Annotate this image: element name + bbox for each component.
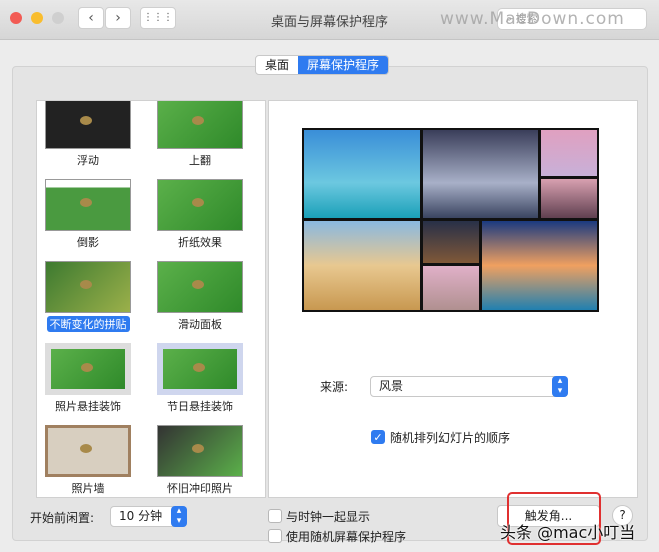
tab-desktop[interactable]: 桌面 [256, 56, 298, 74]
watermark-top: www.MacDown.com [440, 9, 625, 29]
saver-label: 不断变化的拼贴 [46, 316, 130, 332]
saver-label: 倒影 [77, 236, 99, 249]
saver-label: 照片墙 [71, 482, 105, 495]
idle-time-value: 10 分钟 [119, 509, 163, 523]
preview-tile-pink [541, 130, 597, 176]
chevron-updown-icon: ▴ ▾ [171, 506, 187, 527]
saver-item[interactable]: 折纸效果 [150, 179, 250, 250]
saver-thumbnail [157, 425, 243, 477]
saver-label: 照片悬挂装饰 [55, 400, 121, 413]
saver-thumbnail [45, 425, 131, 477]
saver-thumbnail [157, 179, 243, 231]
tab-bar: 桌面 屏幕保护程序 [255, 55, 390, 75]
saver-item[interactable]: 滑动面板 [150, 261, 250, 332]
random-saver-checkbox[interactable] [268, 529, 282, 543]
shuffle-checkbox[interactable]: ✓ [371, 430, 385, 444]
saver-item[interactable]: 照片悬挂装饰 [38, 343, 138, 414]
saver-item[interactable]: 倒影 [38, 179, 138, 250]
saver-thumbnail [157, 261, 243, 313]
saver-thumbnail [45, 343, 131, 395]
show-clock-checkbox[interactable] [268, 509, 282, 523]
saver-label: 浮动 [77, 154, 99, 167]
saver-label: 滑动面板 [178, 318, 222, 331]
saver-item[interactable]: 怀旧冲印照片 [150, 425, 250, 496]
idle-time-select[interactable]: 10 分钟 ▴ ▾ [110, 506, 187, 527]
preview-tile-dune [423, 221, 479, 263]
preview-tile-beach [304, 130, 420, 218]
source-value: 风景 [379, 379, 404, 393]
saver-thumbnail [45, 179, 131, 231]
saver-thumbnail [157, 101, 243, 149]
saver-thumbnail [45, 101, 131, 149]
saver-item[interactable]: 浮动 [38, 101, 138, 168]
preview-tile-arch [423, 266, 479, 310]
saver-label: 怀旧冲印照片 [167, 482, 233, 495]
saver-label: 折纸效果 [178, 236, 222, 249]
tab-screensaver[interactable]: 屏幕保护程序 [298, 56, 389, 74]
saver-thumbnail [157, 343, 243, 395]
preview-tile-salt-flat [423, 130, 538, 218]
preview-tile-sunset [482, 221, 597, 310]
preview-tile-desert [304, 221, 420, 310]
source-select[interactable]: 风景 ▴ ▾ [370, 376, 568, 397]
random-saver-label: 使用随机屏幕保护程序 [286, 530, 407, 544]
saver-item[interactable]: 不断变化的拼贴 [38, 261, 138, 332]
preview-tile-rocks [541, 179, 597, 218]
shuffle-label: 随机排列幻灯片的顺序 [390, 431, 511, 445]
watermark-bottom: 头条 @mac小叮当 [500, 523, 636, 542]
saver-thumbnail [45, 261, 131, 313]
screensaver-list[interactable]: 浮动 上翻 倒影 折纸效果 不断变化的拼贴 滑动面板 照片悬挂装饰 节日悬挂装饰… [36, 100, 266, 498]
show-clock-label: 与时钟一起显示 [286, 510, 371, 524]
saver-label: 节日悬挂装饰 [167, 400, 233, 413]
saver-item[interactable]: 上翻 [150, 101, 250, 168]
chevron-updown-icon: ▴ ▾ [552, 376, 568, 397]
source-label: 来源: [320, 380, 349, 394]
saver-item[interactable]: 节日悬挂装饰 [150, 343, 250, 414]
idle-label: 开始前闲置: [30, 511, 95, 525]
screensaver-preview [302, 128, 599, 312]
saver-label: 上翻 [189, 154, 211, 167]
saver-item[interactable]: 照片墙 [38, 425, 138, 496]
